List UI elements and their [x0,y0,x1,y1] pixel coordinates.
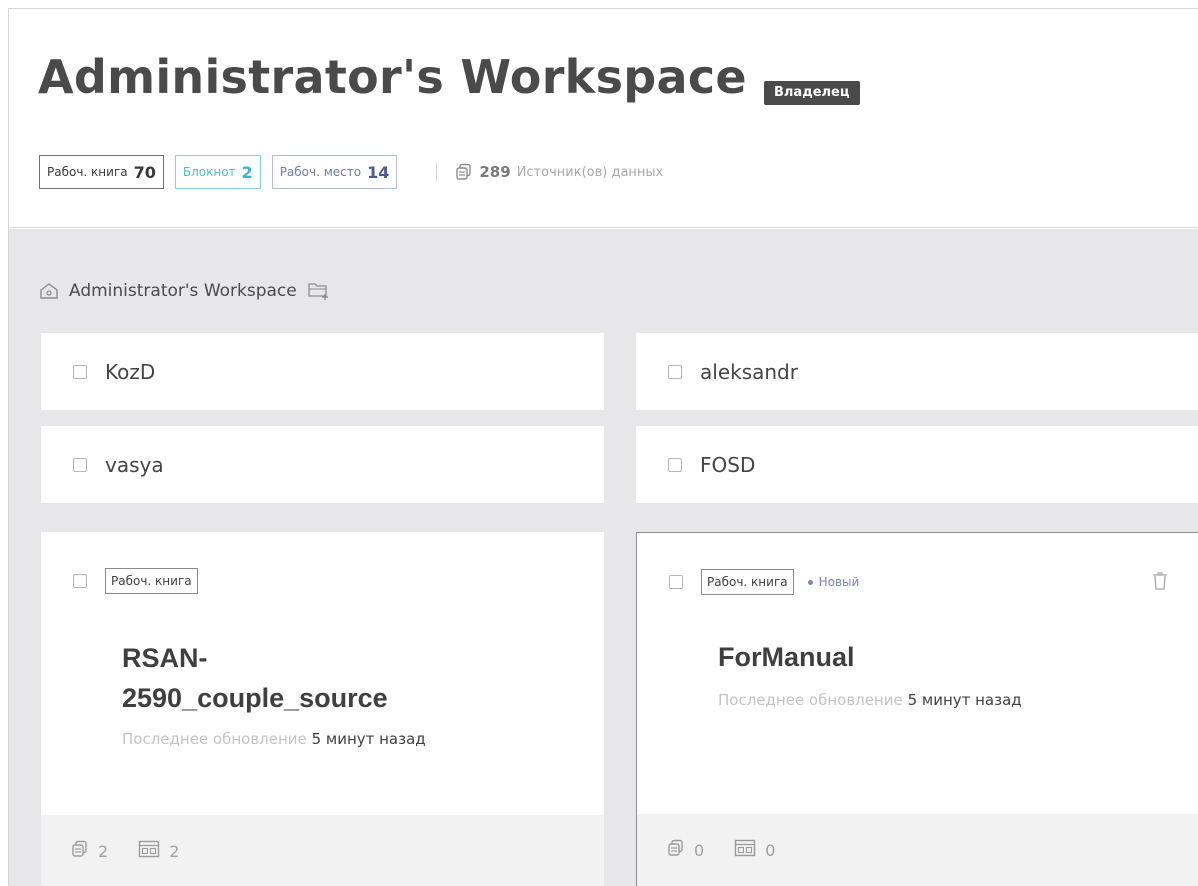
workbook-card-top: Рабоч. книга [73,568,198,594]
notebook-counter[interactable]: Блокнот 2 [174,155,261,189]
workbook-card-rsan[interactable]: Рабоч. книга RSAN- 2590_couple_source По… [41,532,604,886]
sources-count: 2 [71,840,108,862]
updated-value: 5 минут назад [311,730,426,748]
new-dot [807,579,813,585]
breadcrumb-workspace[interactable]: Administrator's Workspace [69,281,297,301]
workbook-counter-value: 70 [133,162,156,182]
owner-badge: Владелец [764,81,860,105]
workbook-card-footer: 2 2 [41,815,604,886]
workbook-name-line: RSAN- [122,643,208,673]
workspace-counter-value: 14 [367,162,390,182]
sources-count-value: 0 [694,840,705,860]
notebook-counter-value: 2 [241,162,253,182]
folder-card-kozd[interactable]: KozD [41,333,604,410]
data-sources-label: Источник(ов) данных [516,164,664,180]
sheets-count: 0 [734,839,775,861]
data-source-icon [667,839,685,861]
workbook-updated: Последнее обновление 5 минут назад [718,691,1022,709]
workspace-content: Administrator's Workspace KozD aleksandr… [9,229,1198,886]
workspace-counter[interactable]: Рабоч. место 14 [271,155,398,189]
page-title: Administrator's Workspace [38,50,747,104]
divider [436,163,438,181]
workbook-checkbox[interactable] [73,574,87,588]
sources-count: 0 [667,839,704,861]
sheets-count: 2 [138,840,179,862]
folder-name[interactable]: FOSD [700,453,755,477]
workbook-counter-label: Рабоч. книга [47,165,128,179]
data-sources-icon [455,163,473,181]
workspace-page: Administrator's Workspace Владелец Рабоч… [8,8,1198,886]
workbook-card-top: Рабоч. книга Новый [669,569,859,595]
folder-checkbox[interactable] [73,364,87,379]
counters-bar: Рабоч. книга 70 Блокнот 2 Рабоч. место 1… [39,155,663,189]
sheets-count-value: 2 [169,841,180,861]
workbook-card-formanual[interactable]: Рабоч. книга Новый ForManual Последнее о… [636,532,1198,886]
updated-value: 5 минут назад [907,691,1022,709]
folder-card-vasya[interactable]: vasya [41,426,604,503]
workbook-checkbox[interactable] [669,575,683,589]
breadcrumb: Administrator's Workspace [39,281,331,301]
sheets-count-value: 0 [765,840,776,860]
trash-icon[interactable] [1152,571,1168,595]
workbook-type-tag: Рабоч. книга [701,569,794,595]
folder-card-fosd[interactable]: FOSD [636,426,1198,503]
workspace-counter-label: Рабоч. место [279,165,362,179]
home-icon[interactable] [39,282,59,300]
workbook-card-footer: 0 0 [637,814,1198,886]
new-badge-label: Новый [818,575,860,589]
data-sources-counter[interactable]: 289 Источник(ов) данных [455,163,663,181]
folder-checkbox[interactable] [668,457,682,472]
folder-card-aleksandr[interactable]: aleksandr [636,333,1198,410]
folder-checkbox[interactable] [73,457,87,472]
workbook-type-tag: Рабоч. книга [105,568,198,594]
sheet-icon [138,840,160,862]
folder-name[interactable]: vasya [105,453,164,477]
notebook-counter-label: Блокнот [182,165,236,179]
updated-label: Последнее обновление [718,691,903,709]
folder-checkbox[interactable] [668,364,682,379]
workspace-header: Administrator's Workspace Владелец Рабоч… [9,9,1198,228]
workbook-counter[interactable]: Рабоч. книга 70 [39,155,164,189]
sources-count-value: 2 [98,841,109,861]
workbook-name-line: ForManual [718,642,855,672]
workbook-updated: Последнее обновление 5 минут назад [122,730,426,748]
workbook-name[interactable]: ForManual [718,637,855,677]
updated-label: Последнее обновление [122,730,307,748]
folder-name[interactable]: aleksandr [700,360,798,384]
workbook-name-line: 2590_couple_source [122,683,388,713]
data-sources-value: 289 [479,163,511,181]
sheet-icon [734,839,756,861]
new-badge: Новый [807,575,860,589]
data-source-icon [71,840,89,862]
new-folder-icon[interactable] [307,281,331,301]
workbook-name[interactable]: RSAN- 2590_couple_source [122,638,388,718]
folder-name[interactable]: KozD [105,360,155,384]
